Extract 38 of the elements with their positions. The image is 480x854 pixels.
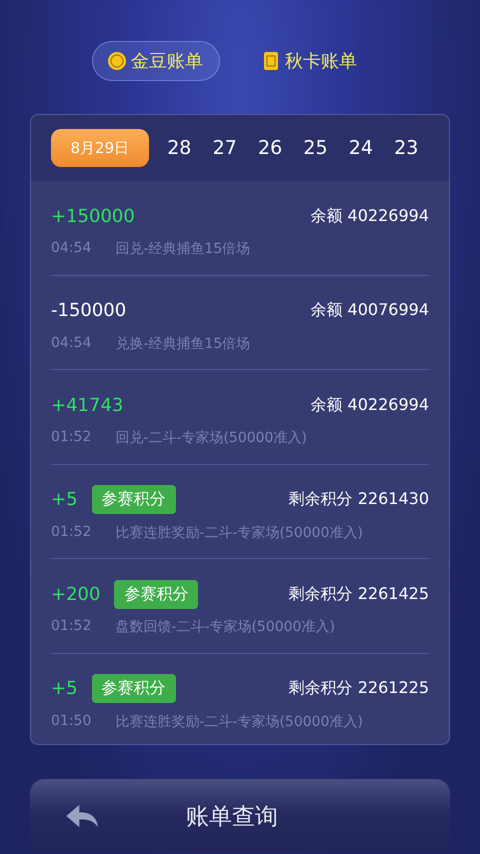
amount-text: +5 bbox=[51, 489, 78, 510]
time-text: 04:54 bbox=[51, 240, 92, 258]
points-tag: 参赛积分 bbox=[92, 674, 176, 703]
balance-text: 剩余积分 2261430 bbox=[288, 489, 429, 510]
description-text: 比赛连胜奖励-二斗-专家场(50000准入) bbox=[115, 712, 363, 730]
time-text: 01:52 bbox=[51, 429, 92, 447]
description-text: 比赛连胜奖励-二斗-专家场(50000准入) bbox=[115, 524, 363, 542]
description-text: 回兑-经典捕鱼15倍场 bbox=[115, 240, 250, 258]
page-title: 账单查询 bbox=[186, 802, 278, 832]
balance-text: 余额 40226994 bbox=[310, 394, 429, 416]
date-tab[interactable]: 28 bbox=[156, 129, 202, 167]
date-tab[interactable]: 23 bbox=[384, 129, 429, 167]
description-text: 盘数回馈-二斗-专家场(50000准入) bbox=[115, 618, 335, 636]
balance-text: 剩余积分 2261425 bbox=[288, 584, 429, 604]
amount-text: +200 bbox=[51, 584, 100, 604]
card-icon bbox=[261, 51, 281, 71]
bill-tab[interactable]: 金豆账单 bbox=[92, 41, 220, 81]
coin-icon bbox=[107, 51, 127, 71]
time-text: 01:50 bbox=[51, 712, 92, 730]
date-tab[interactable]: 25 bbox=[292, 129, 338, 167]
description-text: 兑换-经典捕鱼15倍场 bbox=[115, 334, 250, 352]
amount-text: -150000 bbox=[51, 300, 126, 321]
amount-text: +5 bbox=[51, 678, 78, 699]
points-tag: 参赛积分 bbox=[114, 580, 198, 608]
balance-text: 余额 40076994 bbox=[310, 300, 429, 321]
balance-text: 剩余积分 2261225 bbox=[288, 678, 429, 699]
amount-text: +150000 bbox=[51, 206, 135, 226]
description-text: 回兑-二斗-专家场(50000准入) bbox=[115, 429, 307, 447]
bill-tab[interactable]: 秋卡账单 bbox=[246, 41, 374, 81]
date-tab[interactable]: 27 bbox=[202, 129, 248, 167]
time-text: 01:52 bbox=[51, 618, 92, 636]
date-tab[interactable]: 24 bbox=[338, 129, 384, 167]
points-tag: 参赛积分 bbox=[92, 485, 176, 514]
time-text: 01:52 bbox=[51, 524, 92, 542]
date-tab[interactable]: 26 bbox=[247, 129, 293, 167]
time-text: 04:54 bbox=[51, 334, 92, 352]
amount-text: +41743 bbox=[51, 394, 124, 416]
balance-text: 余额 40226994 bbox=[310, 206, 429, 226]
